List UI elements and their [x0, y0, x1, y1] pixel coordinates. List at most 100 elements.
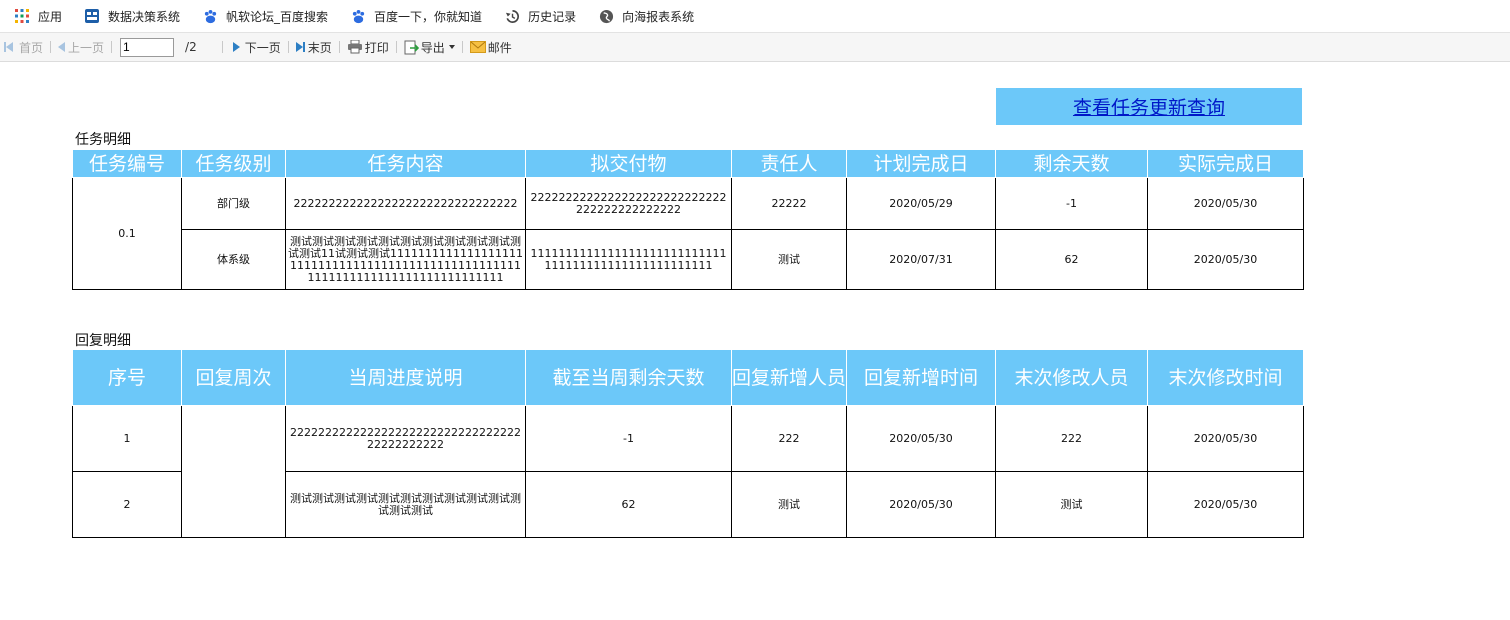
- bookmark-label: 百度一下，你就知道: [374, 9, 483, 24]
- bookmark-baidu[interactable]: 百度一下，你就知道: [336, 0, 490, 32]
- view-task-update-query-link[interactable]: 查看任务更新查询: [996, 88, 1302, 125]
- plan-date-cell: 2020/07/31: [846, 229, 996, 290]
- page-total: /2: [182, 33, 200, 61]
- bookmark-fanruan-forum[interactable]: 帆软论坛_百度搜索: [188, 0, 336, 32]
- bookmark-history[interactable]: 历史记录: [490, 0, 584, 32]
- modified-by-cell: 测试: [995, 471, 1148, 538]
- header-progress: 当周进度说明: [285, 349, 526, 406]
- separator: [395, 41, 397, 53]
- added-time-cell: 2020/05/30: [846, 471, 996, 538]
- history-icon: [504, 8, 520, 24]
- bookmark-apps[interactable]: 应用: [0, 0, 70, 32]
- header-added-time: 回复新增时间: [846, 349, 996, 406]
- bookmark-xianghai-report[interactable]: 向海报表系统: [584, 0, 702, 32]
- separator: [287, 41, 289, 53]
- table-row: 0.1 部门级 22222222222222222222222222222222…: [72, 177, 1304, 290]
- table-row: 体系级 测试测试测试测试测试测试测试测试测试测试测试测试11试测试测试11111…: [73, 229, 1304, 290]
- owner-cell: 22222: [731, 177, 847, 230]
- reply-detail-table: 序号 回复周次 当周进度说明 截至当周剩余天数 回复新增人员 回复新增时间 末次…: [72, 349, 1304, 538]
- task-section-title: 任务明细: [75, 132, 131, 148]
- separator: [111, 41, 113, 53]
- next-arrow-icon: [232, 42, 240, 52]
- task-level-cell: 部门级: [181, 177, 286, 230]
- task-content-cell: 22222222222222222222222222222222: [285, 177, 526, 230]
- next-page-label: 下一页: [244, 40, 281, 55]
- baidu-paw-icon: [350, 8, 366, 24]
- header-modified-by: 末次修改人员: [995, 349, 1148, 406]
- print-button[interactable]: 打印: [344, 33, 392, 61]
- reply-week-cell: [181, 405, 286, 538]
- header-reply-week: 回复周次: [181, 349, 286, 406]
- added-by-cell: 222: [731, 405, 847, 472]
- print-label: 打印: [364, 40, 389, 55]
- task-level-cell: 体系级: [181, 229, 286, 290]
- page-total-label: /2: [185, 40, 197, 54]
- bookmark-label: 应用: [38, 9, 63, 24]
- header-modified-time: 末次修改时间: [1147, 349, 1304, 406]
- remaining-days-cell: -1: [525, 405, 732, 472]
- finereport-logo-icon: [84, 8, 100, 24]
- bookmark-label: 历史记录: [528, 9, 577, 24]
- added-by-cell: 测试: [731, 471, 847, 538]
- first-page-button[interactable]: 首页: [0, 33, 46, 61]
- header-deliverable: 拟交付物: [525, 149, 732, 178]
- printer-icon: [347, 40, 363, 54]
- deliverable-cell: 1111111111111111111111111111111111111111…: [525, 229, 732, 290]
- task-table-header: 任务编号 任务级别 任务内容 拟交付物 责任人 计划完成日 剩余天数 实际完成日: [72, 149, 1304, 178]
- task-detail-table: 任务编号 任务级别 任务内容 拟交付物 责任人 计划完成日 剩余天数 实际完成日…: [72, 149, 1304, 290]
- globe-icon: [598, 8, 614, 24]
- separator: [338, 41, 340, 53]
- export-icon: [404, 40, 419, 55]
- export-label: 导出: [420, 40, 445, 55]
- prev-arrow-icon: [58, 42, 66, 52]
- owner-cell: 测试: [731, 229, 847, 290]
- export-button[interactable]: 导出: [401, 33, 458, 61]
- seq-no-cell: 2: [72, 471, 182, 538]
- mail-icon: [469, 41, 486, 53]
- header-task-content: 任务内容: [285, 149, 526, 178]
- header-task-no: 任务编号: [72, 149, 182, 178]
- next-page-button[interactable]: 下一页: [227, 33, 284, 61]
- header-plan-date: 计划完成日: [846, 149, 996, 178]
- bookmark-label: 向海报表系统: [622, 9, 695, 24]
- last-page-icon: [295, 42, 305, 52]
- mail-label: 邮件: [487, 40, 512, 55]
- header-task-level: 任务级别: [181, 149, 286, 178]
- bookmark-label: 帆软论坛_百度搜索: [226, 9, 329, 24]
- remaining-days-cell: -1: [995, 177, 1148, 230]
- separator: [461, 41, 463, 53]
- header-seq-no: 序号: [72, 349, 182, 406]
- actual-date-cell: 2020/05/30: [1147, 229, 1304, 290]
- prev-page-label: 上一页: [68, 40, 105, 55]
- bookmark-label: 数据决策系统: [108, 9, 181, 24]
- separator: [50, 41, 52, 53]
- bookmarks-bar: 应用 数据决策系统 帆软论坛_百度搜索 百度一下，你就知道 历史记录 向海报表系…: [0, 0, 1510, 33]
- last-page-button[interactable]: 末页: [293, 33, 335, 61]
- mail-button[interactable]: 邮件: [467, 33, 515, 61]
- report-toolbar: 首页 上一页 /2 下一页 末页 打印 导出 邮: [0, 33, 1510, 62]
- first-page-icon: [4, 42, 16, 52]
- reply-section-title: 回复明细: [75, 333, 131, 349]
- bookmark-decision-system[interactable]: 数据决策系统: [70, 0, 188, 32]
- header-remaining-days: 剩余天数: [995, 149, 1148, 178]
- added-time-cell: 2020/05/30: [846, 405, 996, 472]
- first-page-label: 首页: [19, 40, 44, 55]
- header-actual-date: 实际完成日: [1147, 149, 1304, 178]
- plan-date-cell: 2020/05/29: [846, 177, 996, 230]
- header-owner: 责任人: [731, 149, 847, 178]
- prev-page-button[interactable]: 上一页: [55, 33, 107, 61]
- progress-cell: 2222222222222222222222222222222222222222…: [285, 405, 526, 472]
- last-page-label: 末页: [307, 40, 332, 55]
- separator: [221, 41, 223, 53]
- seq-no-cell: 1: [72, 405, 182, 472]
- header-added-by: 回复新增人员: [731, 349, 847, 406]
- dropdown-caret-icon: [448, 45, 455, 49]
- header-remaining-days: 截至当周剩余天数: [525, 349, 732, 406]
- task-no-cell: 0.1: [72, 177, 182, 290]
- baidu-paw-icon: [202, 8, 218, 24]
- actual-date-cell: 2020/05/30: [1147, 177, 1304, 230]
- apps-grid-icon: [14, 8, 30, 24]
- page-number-input[interactable]: [120, 37, 175, 57]
- modified-time-cell: 2020/05/30: [1147, 405, 1304, 472]
- remaining-days-cell: 62: [525, 471, 732, 538]
